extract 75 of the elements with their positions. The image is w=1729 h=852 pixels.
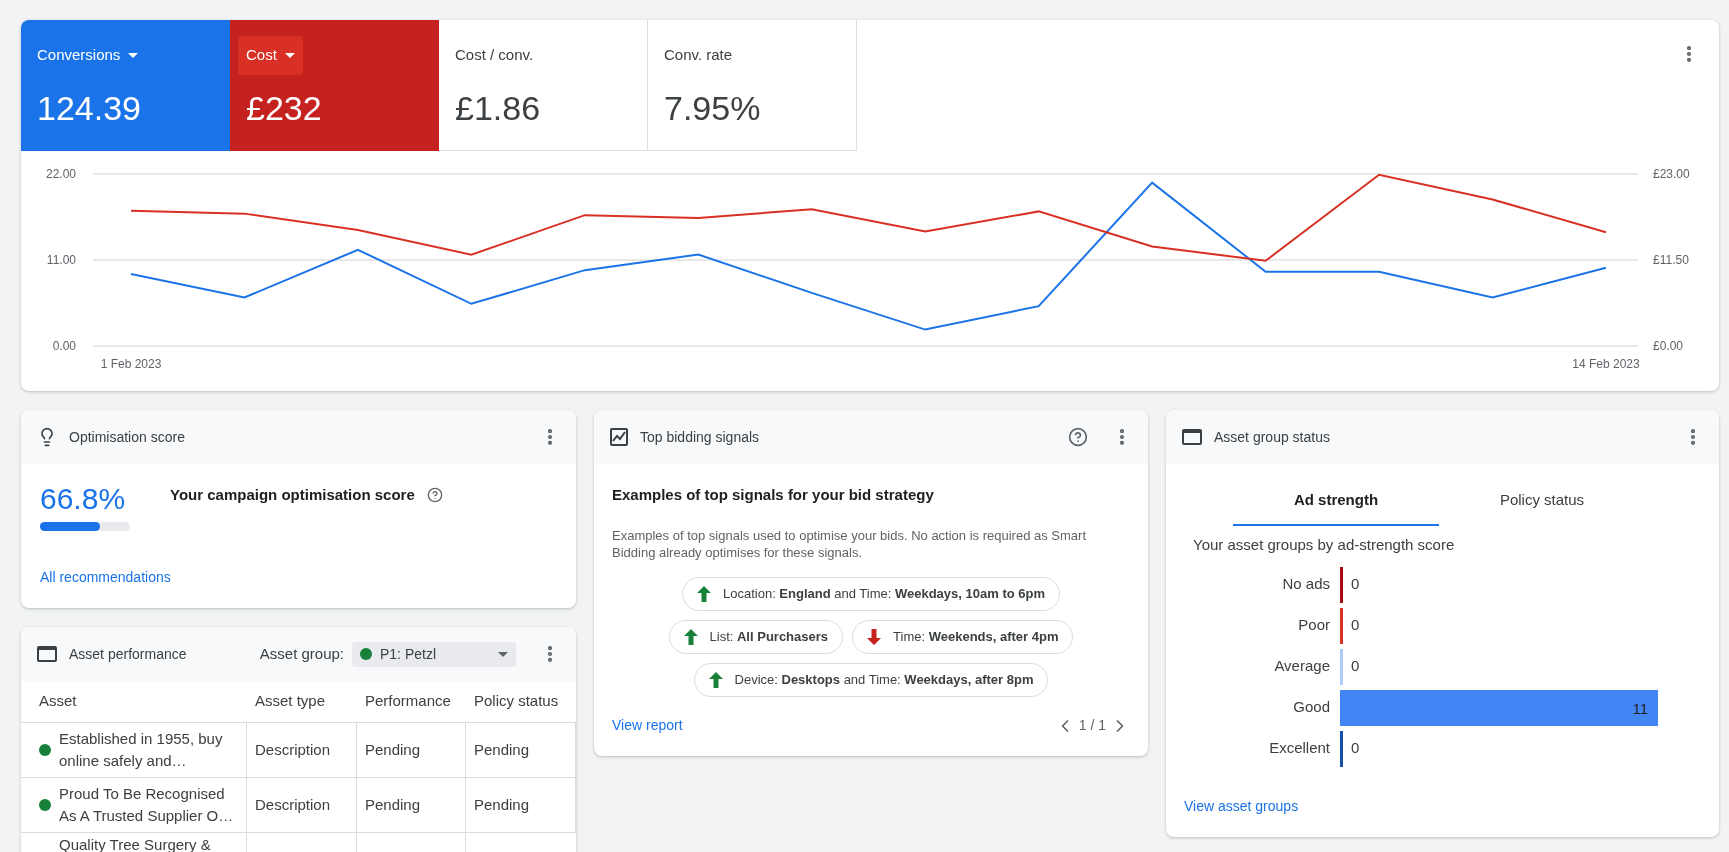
card-title: Top bidding signals — [640, 427, 760, 447]
metric-value: 7.95% — [664, 90, 762, 125]
arrow-up-icon — [708, 671, 723, 688]
bar-label: Excellent — [1268, 738, 1331, 759]
metric-value: £232 — [246, 90, 323, 125]
window-icon — [1182, 429, 1202, 445]
bar-value: 0 — [1351, 615, 1360, 636]
caret-icon — [128, 52, 139, 58]
metric-tile[interactable]: Conv. rate 7.95% — [648, 20, 857, 151]
table-cell-text: Established in 1955, buy online safely and… — [59, 729, 224, 771]
bar-value: 0 — [1351, 574, 1360, 595]
metric-value: 124.39 — [37, 90, 142, 125]
card-title: Optimisation score — [69, 427, 185, 447]
axis-label: £23.00 — [1653, 167, 1690, 181]
axis-label: £0.00 — [1653, 339, 1684, 353]
help-icon[interactable] — [1068, 427, 1088, 447]
column-header: Performance — [357, 681, 466, 723]
chart-icon — [610, 428, 628, 446]
caret-icon — [284, 52, 295, 58]
column-header: Policy status — [466, 681, 576, 723]
axis-label: 0.00 — [52, 339, 76, 353]
bar-label: Average — [1273, 656, 1331, 677]
caret-icon — [498, 651, 508, 657]
chart-subtitle: Your asset groups by ad-strength score — [1192, 535, 1456, 555]
table-cell-text: Proud To Be Recognised As A Trusted Supplier O… — [59, 784, 235, 826]
arrow-down-icon — [867, 628, 882, 645]
help-icon[interactable] — [426, 487, 443, 504]
metric-value: £1.86 — [455, 90, 542, 125]
signal-text: List: All Purchasers — [709, 627, 829, 646]
signals-heading: Examples of top signals for your bid strategy — [612, 485, 935, 505]
axis-label: £11.50 — [1653, 253, 1689, 267]
arrow-up-icon — [697, 585, 711, 602]
metric-label: Cost / conv. — [455, 45, 534, 65]
table-cell-text: Pending — [474, 794, 530, 815]
tab[interactable]: Policy status — [1439, 476, 1645, 526]
metric-label: Conv. rate — [664, 45, 733, 65]
column-header: Asset — [21, 681, 247, 723]
asset-group-dropdown[interactable]: P1: Petzl — [352, 641, 516, 667]
pager-text: 1 / 1 — [1078, 716, 1106, 735]
table-cell-text: Pending — [474, 739, 530, 760]
score-heading: Your campaign optimisation score — [170, 485, 415, 505]
score-value: 66.8% — [40, 484, 127, 514]
signal-text: Device: Desktops and Time: Weekdays, after 8pm — [734, 670, 1034, 689]
axis-label: 14 Feb 2023 — [1572, 357, 1640, 371]
card-title: Asset group status — [1214, 427, 1330, 447]
metric-tile[interactable]: Conversions 124.39 — [21, 20, 230, 151]
bar-label: Good — [1292, 697, 1331, 718]
metric-label: Cost — [246, 45, 277, 65]
tab[interactable]: Ad strength — [1233, 476, 1439, 526]
signals-description: Examples of top signals used to optimise your bids. No action is required as Smart Bidding already optimises for these signals. — [612, 526, 1087, 561]
filter-label: Asset group: — [259, 643, 344, 664]
axis-label: 11.00 — [46, 253, 76, 267]
bar-label: Poor — [1297, 615, 1331, 636]
window-icon — [37, 646, 57, 662]
metric-tile[interactable]: Cost £232 — [230, 20, 439, 151]
view-report-link[interactable]: View report — [612, 715, 683, 736]
table-cell-text: Description — [255, 739, 331, 760]
signal-text: Time: Weekends, after 4pm — [893, 627, 1059, 646]
table-cell-text: Description — [255, 794, 331, 815]
arrow-up-icon — [683, 628, 698, 645]
metric-label: Conversions — [37, 45, 121, 65]
bar-value: 11 — [1632, 698, 1648, 719]
view-asset-groups-link[interactable]: View asset groups — [1166, 796, 1719, 837]
axis-label: 22.00 — [45, 167, 76, 181]
bar-value: 0 — [1351, 738, 1360, 759]
column-header: Asset type — [247, 681, 357, 723]
table-cell-text: Pending — [365, 794, 421, 815]
axis-label: 1 Feb 2023 — [100, 357, 162, 371]
bar-label: No ads — [1281, 574, 1331, 595]
bar-value: 0 — [1351, 656, 1360, 677]
signal-text: Location: England and Time: Weekdays, 10am to 6pm — [723, 584, 1045, 603]
table-cell-text: Pending — [365, 739, 421, 760]
metric-tile[interactable]: Cost / conv. £1.86 — [439, 20, 648, 151]
recommendations-link[interactable]: All recommendations — [21, 567, 576, 608]
card-title: Asset performance — [69, 644, 187, 664]
